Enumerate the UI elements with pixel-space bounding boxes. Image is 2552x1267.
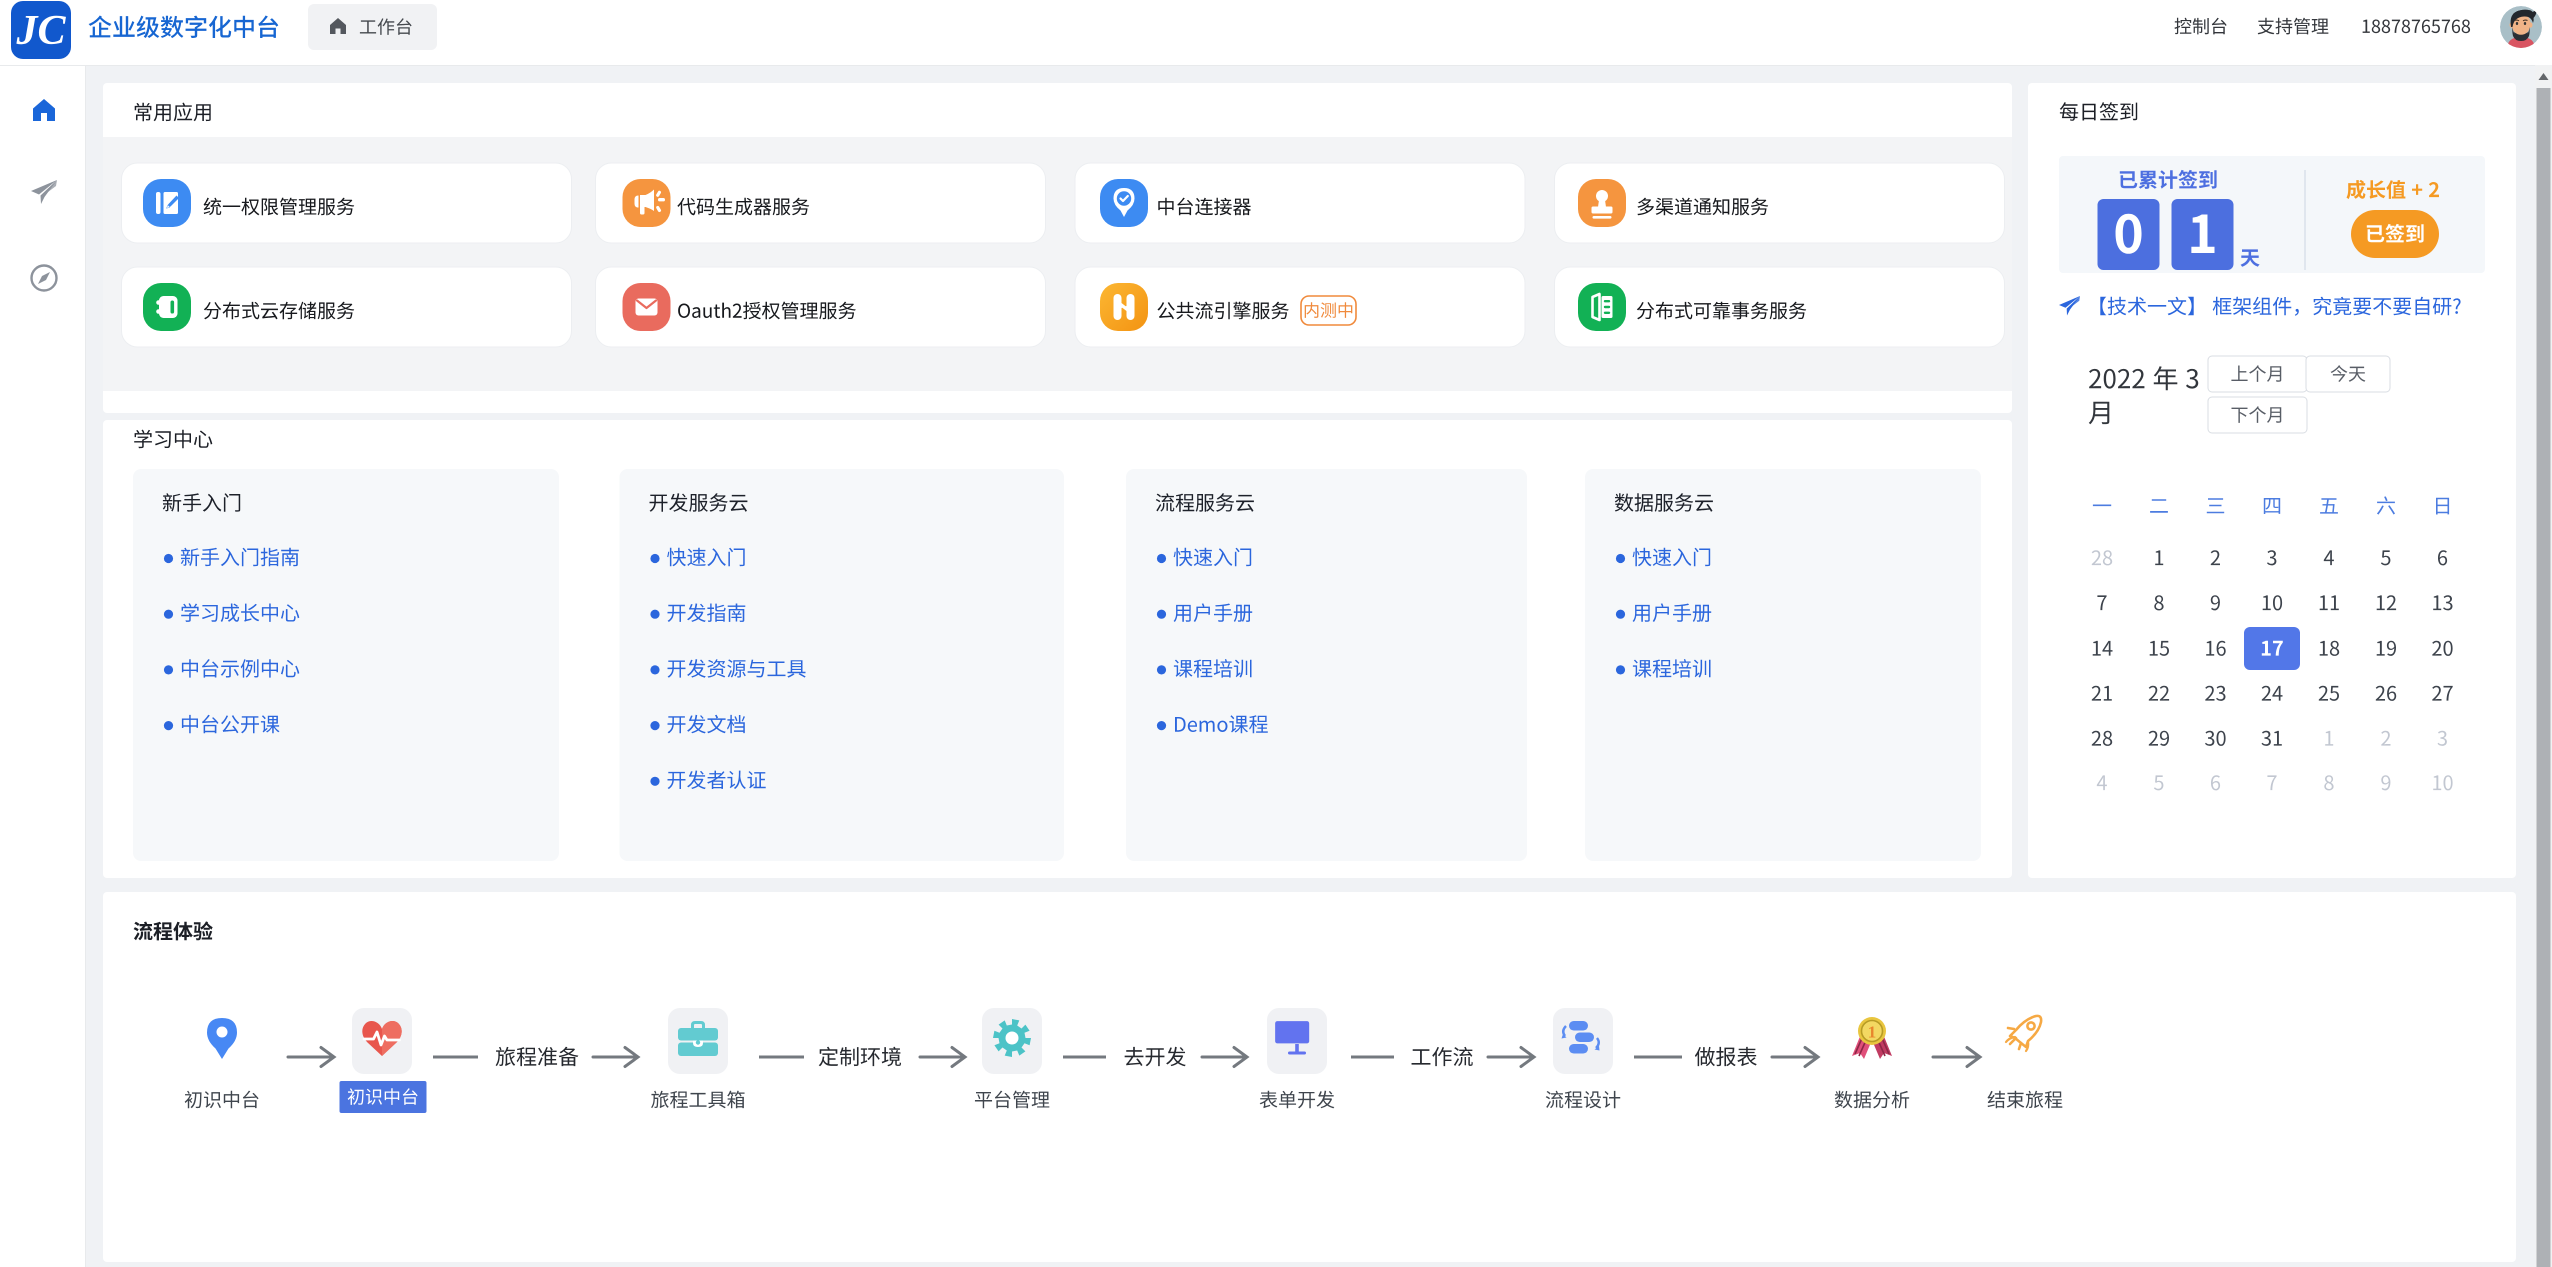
svg-text:JC: JC bbox=[15, 8, 66, 54]
svg-text:1: 1 bbox=[1868, 1023, 1877, 1042]
